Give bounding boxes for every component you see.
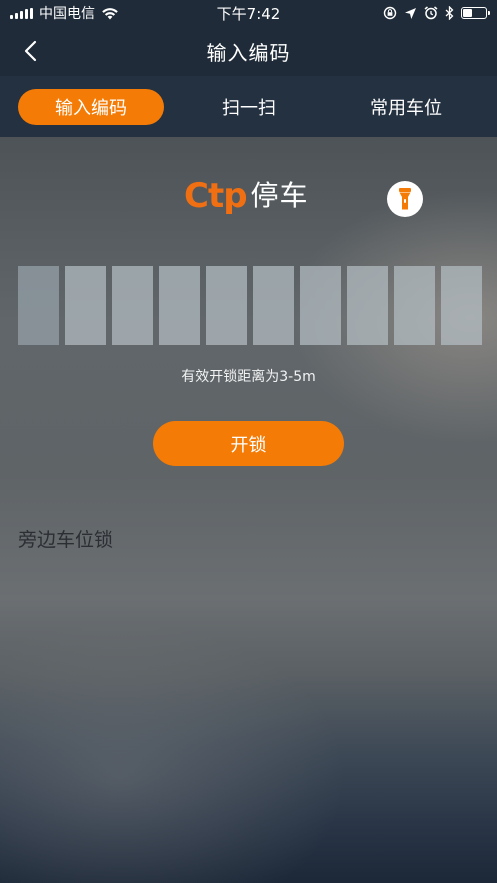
status-right (383, 0, 490, 26)
nearby-locks-heading: 旁边车位锁 (18, 529, 114, 551)
bluetooth-icon (445, 6, 454, 20)
battery-icon (461, 7, 490, 19)
carrier-label: 中国电信 (39, 6, 95, 22)
brand-logo: Ctp 停车 (184, 178, 309, 214)
code-digit-7[interactable] (300, 266, 341, 345)
background (0, 137, 497, 883)
unlock-button[interactable]: 开锁 (153, 421, 344, 466)
wifi-icon (102, 7, 118, 19)
tab-favorite-spots[interactable]: 常用车位 (345, 89, 467, 125)
code-digit-10[interactable] (441, 266, 482, 345)
unlock-distance-hint: 有效开锁距离为3-5m (181, 369, 316, 385)
code-input-group (18, 266, 482, 345)
signal-icon (10, 7, 33, 19)
tab-scan[interactable]: 扫一扫 (190, 89, 308, 125)
code-digit-1[interactable] (18, 266, 59, 345)
tab-input-code[interactable]: 输入编码 (18, 89, 164, 125)
flashlight-button[interactable] (387, 181, 423, 217)
logo-text: 停车 (250, 179, 309, 212)
code-digit-6[interactable] (253, 266, 294, 345)
logo-row: Ctp 停车 (0, 178, 497, 218)
code-digit-9[interactable] (394, 266, 435, 345)
flashlight-icon (399, 188, 411, 210)
status-bar: 中国电信 下午7:42 (0, 0, 497, 26)
status-left: 中国电信 (10, 3, 190, 23)
code-digit-5[interactable] (206, 266, 247, 345)
location-icon (405, 7, 416, 19)
page-title: 输入编码 (206, 40, 291, 65)
back-button[interactable] (12, 34, 48, 68)
nav-bar: 输入编码 (0, 26, 497, 76)
code-digit-4[interactable] (159, 266, 200, 345)
code-digit-8[interactable] (347, 266, 388, 345)
back-icon (24, 40, 37, 62)
lock-rotation-icon (383, 6, 397, 20)
alarm-icon (424, 6, 438, 20)
logo-mark: Ctp (184, 176, 248, 216)
tab-bar: 输入编码 扫一扫 常用车位 (0, 76, 497, 137)
code-digit-3[interactable] (112, 266, 153, 345)
code-digit-2[interactable] (65, 266, 106, 345)
